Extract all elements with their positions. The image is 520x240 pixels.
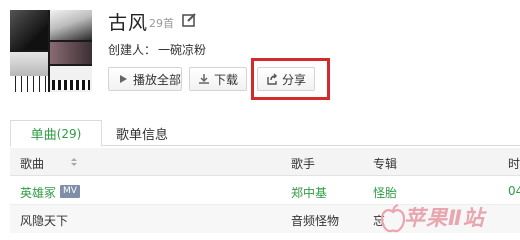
download-label: 下载: [214, 72, 239, 87]
song-count: 29首: [149, 17, 174, 30]
artist-name[interactable]: 郑中基: [291, 184, 327, 201]
apple-logo: [380, 204, 406, 233]
download-button[interactable]: 下载: [189, 67, 247, 91]
tab-songs[interactable]: 单曲 (29): [10, 120, 102, 147]
playlist-cover: [10, 10, 92, 92]
table-header: 歌曲 歌手 专辑 时: [10, 148, 520, 176]
artist-name[interactable]: 音频怪物: [291, 212, 339, 229]
column-artist: 歌手: [291, 157, 316, 171]
column-album: 专辑: [373, 157, 398, 171]
song-title[interactable]: 英雄冢: [20, 184, 56, 201]
sort-icon[interactable]: [70, 156, 78, 168]
share-highlight-box: [251, 58, 330, 100]
column-time: 时: [508, 157, 520, 171]
playlist-title: 古风: [108, 12, 149, 34]
download-icon: [199, 74, 209, 84]
tab-playlist-info[interactable]: 歌单信息: [116, 124, 168, 143]
tab-songs-label: 单曲: [30, 128, 57, 143]
edit-icon[interactable]: [181, 12, 197, 28]
play-icon: [120, 75, 127, 83]
duration: 04: [508, 184, 520, 198]
song-title[interactable]: 风隐天下: [20, 212, 68, 229]
creator-label: 创建人：: [108, 43, 157, 57]
play-all-button[interactable]: 播放全部: [108, 67, 182, 91]
watermark: 苹果Ⅱ站: [380, 198, 518, 238]
play-all-label: 播放全部: [133, 72, 182, 87]
mv-badge[interactable]: MV: [60, 185, 80, 198]
column-song[interactable]: 歌曲: [20, 155, 44, 172]
creator-name[interactable]: 一碗凉粉: [158, 41, 206, 58]
tab-songs-count: (29): [56, 126, 82, 141]
watermark-text: 苹果Ⅱ站: [404, 206, 485, 230]
tab-bar: 单曲 (29) 歌单信息: [10, 120, 520, 147]
